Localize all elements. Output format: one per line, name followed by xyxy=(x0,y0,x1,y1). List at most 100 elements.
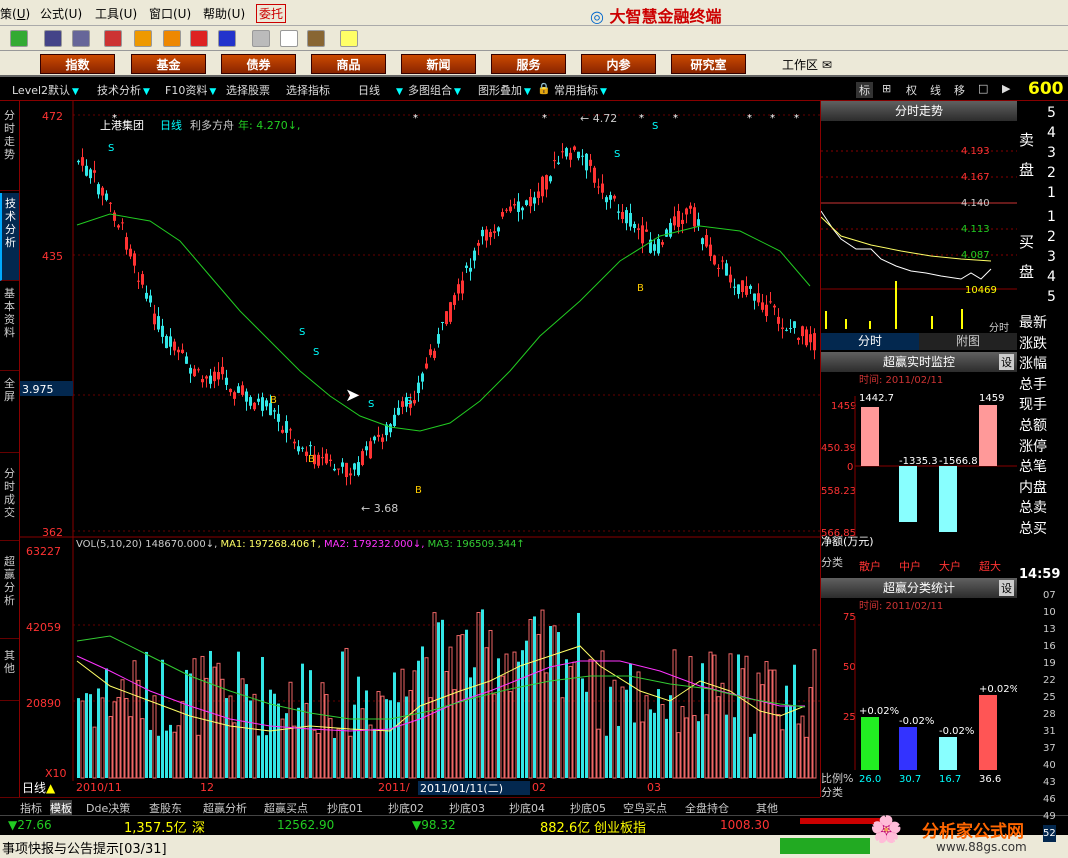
kline-chart[interactable]: 上港集团 日线 利多方舟 年: 4.270↓, ← 4.72 ← 3.68 VO… xyxy=(20,101,820,797)
tab-superwin-buy[interactable]: 超赢买点 xyxy=(264,800,308,816)
volume-bar xyxy=(385,699,388,778)
tab-template[interactable]: 模板 xyxy=(50,800,72,816)
nav-service[interactable]: 服务 xyxy=(491,54,566,74)
tab-bottom01[interactable]: 抄底01 xyxy=(327,800,363,816)
alert-icon[interactable] xyxy=(104,30,122,47)
nav-commodity[interactable]: 商品 xyxy=(311,54,386,74)
leftnav-trades[interactable]: 分时成交 xyxy=(0,455,19,541)
candle-body xyxy=(345,462,348,478)
multi-chart-menu[interactable]: 多图组合 ▼ xyxy=(408,82,461,98)
lock-icon[interactable]: 🔒 xyxy=(537,82,551,95)
layout-select[interactable]: Level2默认 ▼ xyxy=(12,82,79,98)
period-select[interactable]: 日线 ▼ xyxy=(358,82,403,98)
trade-button[interactable]: 委托 xyxy=(256,4,287,23)
leftnav-technical[interactable]: 技术分析 xyxy=(0,193,19,281)
tab-superwin[interactable]: 超赢分析 xyxy=(203,800,247,816)
svg-text:*: * xyxy=(770,113,775,124)
tab-shareholder[interactable]: 查股东 xyxy=(149,800,182,816)
tab-bottom02[interactable]: 抄底02 xyxy=(388,800,424,816)
print-icon[interactable] xyxy=(252,30,270,47)
candle-body xyxy=(89,169,92,179)
nav-insider[interactable]: 内参 xyxy=(581,54,656,74)
play-icon[interactable]: ▶ xyxy=(1002,82,1010,95)
date-label: 02 xyxy=(532,781,546,794)
candle-body xyxy=(105,193,108,200)
select-stock-button[interactable]: 选择股票 xyxy=(226,82,270,98)
leftnav-timeshare[interactable]: 分时走势 xyxy=(0,105,19,191)
leftnav-fullscreen[interactable]: 全屏 xyxy=(0,373,19,453)
leftnav-other[interactable]: 其他 xyxy=(0,641,19,701)
menu-tools[interactable]: 工具(U) xyxy=(95,5,137,22)
tab-right[interactable]: 权 xyxy=(906,82,917,98)
d-icon[interactable] xyxy=(190,30,208,47)
tab-timeshare[interactable]: 分时 xyxy=(821,333,919,350)
tab-indicator[interactable]: 指标 xyxy=(20,800,42,816)
window-restore-icon[interactable]: □ xyxy=(978,82,988,95)
candle-body xyxy=(733,286,736,288)
leftnav-basic[interactable]: 基本资料 xyxy=(0,283,19,371)
f10-menu[interactable]: F10资料 ▼ xyxy=(165,82,216,98)
leftnav-superwin[interactable]: 超赢分析 xyxy=(0,543,19,639)
volume-bar xyxy=(473,667,476,778)
candle-body xyxy=(473,250,476,261)
select-indicator-button[interactable]: 选择指标 xyxy=(286,82,330,98)
monitor-settings-button[interactable]: 设 xyxy=(999,354,1014,370)
tab-grid[interactable]: ⊞ xyxy=(882,82,891,95)
candle-body xyxy=(161,325,164,337)
menu-window[interactable]: 窗口(U) xyxy=(149,5,191,22)
candle-body xyxy=(201,379,204,383)
tab-dde[interactable]: Dde决策 xyxy=(86,800,130,816)
nav-bond[interactable]: 债券 xyxy=(221,54,296,74)
diamond-icon[interactable] xyxy=(134,30,152,47)
warning-icon[interactable] xyxy=(163,30,181,47)
help-pointer-icon[interactable] xyxy=(340,30,358,47)
overlay-menu[interactable]: 图形叠加 ▼ xyxy=(478,82,531,98)
candle-body xyxy=(109,202,112,204)
nav-index[interactable]: 指数 xyxy=(40,54,115,74)
grid-icon[interactable] xyxy=(44,30,62,47)
menu-formula[interactable]: 公式(U) xyxy=(40,5,82,22)
mini-price: 4.167 xyxy=(961,172,990,183)
nav-research[interactable]: 研究室 xyxy=(671,54,746,74)
binoculars-icon[interactable] xyxy=(72,30,90,47)
tab-bottom05[interactable]: 抄底05 xyxy=(570,800,606,816)
candle-body xyxy=(425,363,428,369)
volume-bar xyxy=(684,717,689,779)
nav-news[interactable]: 新闻 xyxy=(401,54,476,74)
volume-bar xyxy=(469,677,472,778)
workzone-button[interactable]: 工作区 ✉ xyxy=(782,56,832,73)
menu-policy[interactable]: 策(U) xyxy=(0,5,30,22)
sell-label: 卖盘 xyxy=(1019,131,1035,179)
stats-title: 超赢分类统计 xyxy=(821,578,1017,598)
volume-bar xyxy=(240,678,245,779)
tab-bottom04[interactable]: 抄底04 xyxy=(509,800,545,816)
common-indicator-menu[interactable]: 常用指标 ▼ xyxy=(554,82,607,98)
volume-bar xyxy=(776,714,781,779)
menu-help[interactable]: 帮助(U) xyxy=(203,5,245,22)
nav-fund[interactable]: 基金 xyxy=(131,54,206,74)
news-ticker[interactable]: 事项快报与公告提示[03/31] xyxy=(2,838,167,857)
tab-bird-buy[interactable]: 空鸟买点 xyxy=(623,800,667,816)
tab-other[interactable]: 其他 xyxy=(756,800,778,816)
candle-body xyxy=(577,151,580,159)
flag-icon[interactable] xyxy=(10,30,28,47)
window-icon[interactable] xyxy=(280,30,298,47)
books-icon[interactable] xyxy=(307,30,325,47)
tab-bottom03[interactable]: 抄底03 xyxy=(449,800,485,816)
stats-bar xyxy=(899,727,917,770)
d-blue-icon[interactable] xyxy=(218,30,236,47)
volume-bar xyxy=(649,709,652,778)
tab-line[interactable]: 线 xyxy=(930,82,941,98)
volume-bar xyxy=(336,728,341,779)
tab-move[interactable]: 移 xyxy=(954,82,965,98)
volume-bar xyxy=(488,629,493,779)
volume-bar xyxy=(808,687,813,779)
tech-analysis-menu[interactable]: 技术分析 ▼ xyxy=(97,82,150,98)
candle-body xyxy=(153,313,156,325)
volume-bar xyxy=(764,661,769,779)
tab-position[interactable]: 全盘持仓 xyxy=(685,800,729,816)
tab-subchart[interactable]: 附图 xyxy=(919,333,1017,350)
tab-mark[interactable]: 标 xyxy=(856,82,873,98)
volume-bar xyxy=(297,707,300,778)
stats-settings-button[interactable]: 设 xyxy=(999,580,1014,596)
